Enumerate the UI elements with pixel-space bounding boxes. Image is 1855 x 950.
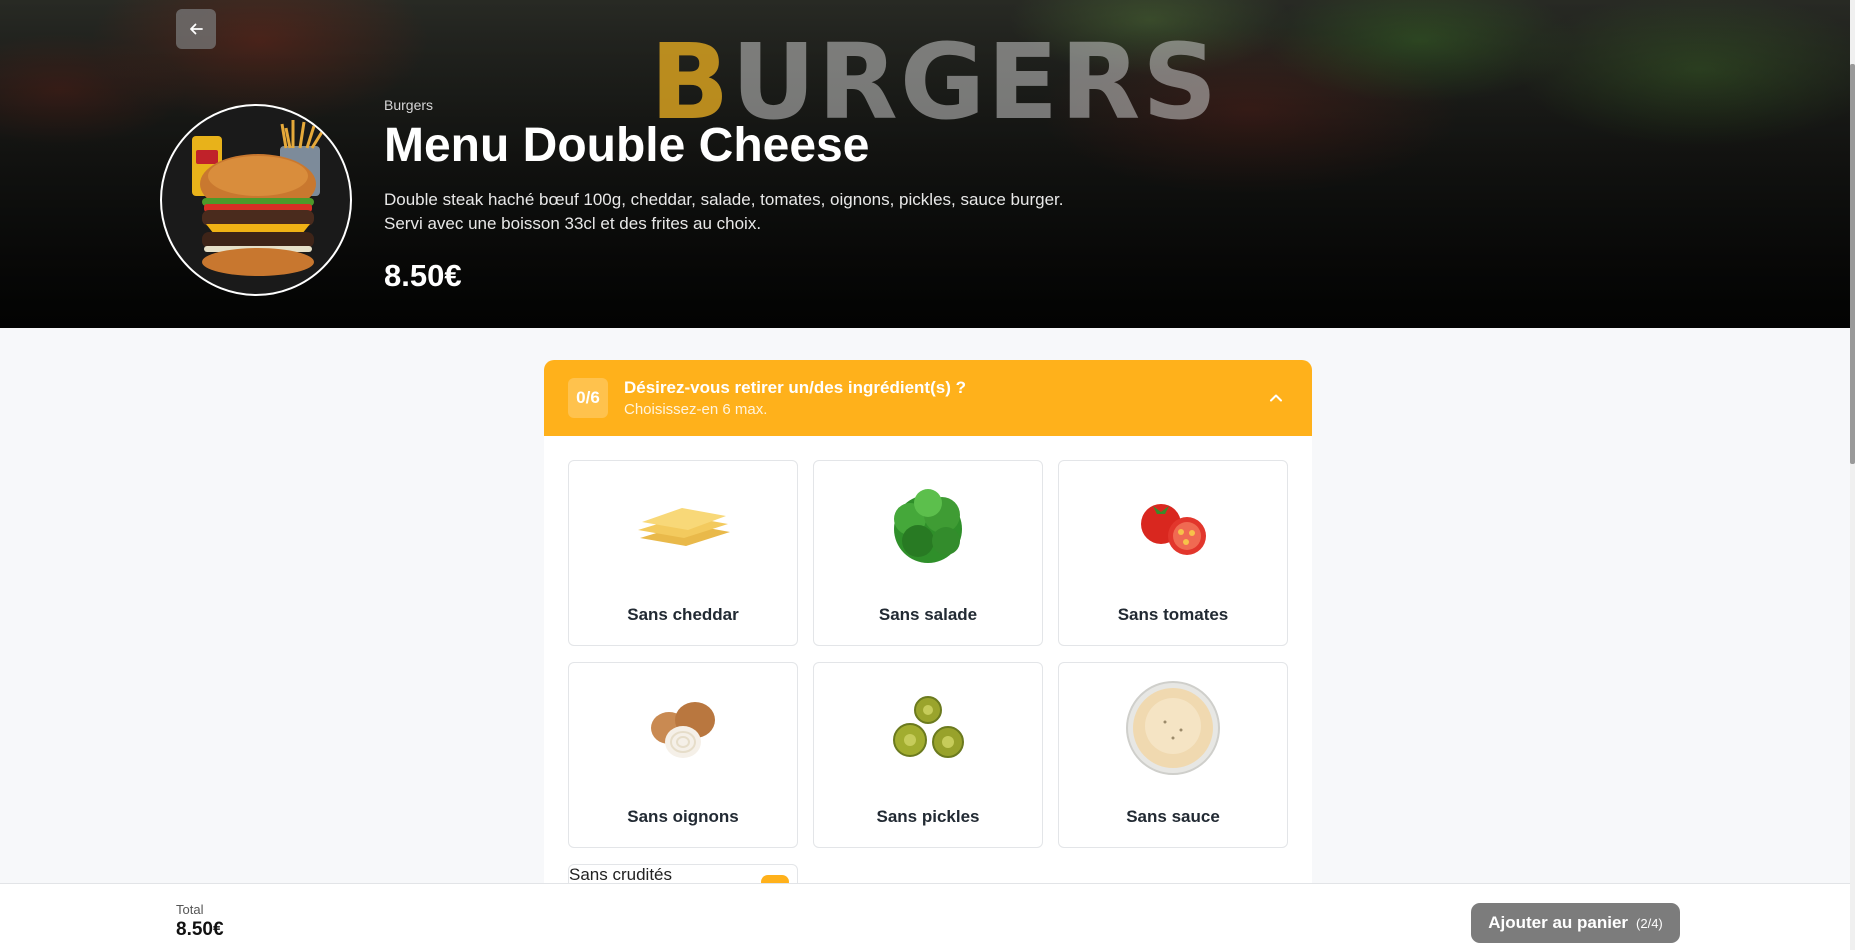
selection-counter: 0/6 [568, 378, 608, 418]
add-to-cart-label: Ajouter au panier [1488, 913, 1629, 932]
option-tile-cheddar[interactable]: Sans cheddar [568, 460, 798, 646]
option-tile-oignons[interactable]: Sans oignons [568, 662, 798, 848]
product-image [160, 104, 352, 296]
collapse-button[interactable] [1264, 386, 1288, 410]
page-title: Menu Double Cheese [384, 119, 870, 172]
sauce-icon [1118, 673, 1228, 783]
options-header-text: Désirez-vous retirer un/des ingrédient(s… [624, 378, 1264, 418]
option-label: Sans pickles [876, 807, 980, 826]
option-tile-tomates[interactable]: Sans tomates [1058, 460, 1288, 646]
options-section-header[interactable]: 0/6 Désirez-vous retirer un/des ingrédie… [544, 360, 1312, 436]
arrow-left-icon [190, 23, 203, 35]
scrollbar-thumb[interactable] [1850, 64, 1855, 464]
option-tile-salade[interactable]: Sans salade [813, 460, 1043, 646]
footer-bar: Total 8.50€ Ajouter au panier (2/4) [0, 883, 1850, 950]
option-label: Sans salade [878, 605, 978, 624]
add-to-cart-button[interactable]: Ajouter au panier (2/4) [1471, 903, 1680, 943]
back-button[interactable] [176, 9, 216, 49]
onion-icon [628, 673, 738, 783]
options-title: Désirez-vous retirer un/des ingrédient(s… [624, 378, 966, 397]
tomato-icon [1118, 471, 1228, 581]
option-label: Sans tomates [1117, 605, 1229, 624]
ingredient-grid: Sans cheddar Sans salade Sans tomates Sa… [568, 460, 1288, 848]
chevron-up-icon [1270, 394, 1282, 402]
options-subtitle: Choisissez-en 6 max. [624, 401, 768, 418]
burger-menu-icon [192, 120, 324, 276]
option-tile-pickles[interactable]: Sans pickles [813, 662, 1043, 848]
option-label: Sans oignons [627, 807, 739, 826]
hero-banner: BURGERS Burgers Menu Double Cheese Doubl… [0, 0, 1850, 328]
total-label: Total [176, 902, 204, 917]
product-price: 8.50€ [384, 258, 462, 293]
cheddar-icon [628, 471, 738, 581]
option-label: Sans sauce [1126, 807, 1220, 826]
product-description: Double steak haché bœuf 100g, cheddar, s… [384, 190, 1064, 233]
page-scrollbar[interactable] [1850, 0, 1855, 950]
total-value: 8.50€ [176, 919, 224, 940]
lettuce-icon [873, 471, 983, 581]
options-card: 0/6 Désirez-vous retirer un/des ingrédie… [544, 360, 1312, 950]
product-category: Burgers [384, 97, 434, 113]
option-label: Sans crudités [569, 865, 672, 884]
pickles-icon [873, 673, 983, 783]
step-indicator: (2/4) [1636, 915, 1663, 931]
option-tile-sauce[interactable]: Sans sauce [1058, 662, 1288, 848]
option-label: Sans cheddar [627, 605, 739, 624]
